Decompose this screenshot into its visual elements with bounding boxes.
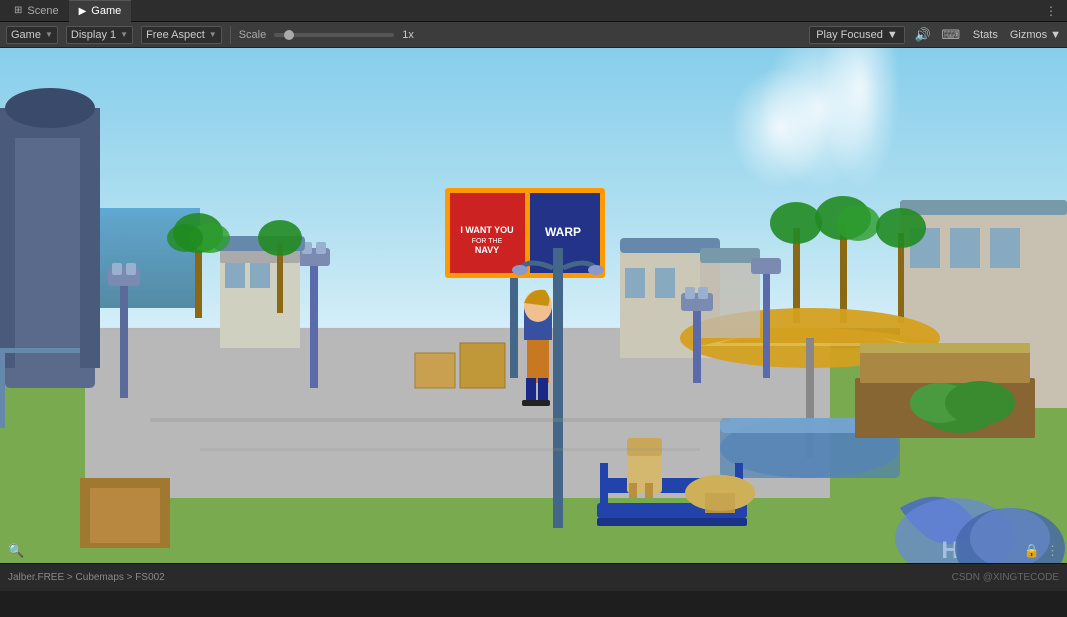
svg-text:I WANT YOU: I WANT YOU bbox=[460, 225, 513, 235]
viewport-bottom-icons: 🔒 ⋮ bbox=[1024, 543, 1059, 559]
gizmos-button[interactable]: Gizmos ▼ bbox=[1010, 29, 1061, 41]
play-focused-arrow: ▼ bbox=[887, 29, 898, 41]
game-dropdown-arrow: ▼ bbox=[45, 30, 53, 39]
game-tab-icon: ▶ bbox=[79, 6, 87, 17]
tab-more-button[interactable]: ⋮ bbox=[1039, 4, 1063, 18]
tab-scene[interactable]: ⊞ Scene bbox=[4, 0, 69, 22]
aspect-dropdown-label: Free Aspect bbox=[146, 29, 205, 41]
display-dropdown-arrow: ▼ bbox=[120, 30, 128, 39]
breadcrumb-path: Jalber.FREE > Cubemaps > FS002 bbox=[8, 572, 165, 583]
scene-tab-icon: ⊞ bbox=[14, 5, 22, 16]
mute-button[interactable]: 🔊 bbox=[913, 26, 933, 44]
keyboard-icon: ⌨ bbox=[941, 27, 960, 43]
tab-bar: ⊞ Scene ▶ Game ⋮ bbox=[0, 0, 1067, 22]
tab-scene-label: Scene bbox=[27, 5, 58, 17]
mute-icon: 🔊 bbox=[915, 27, 931, 43]
scale-slider[interactable] bbox=[274, 33, 394, 37]
bottom-bar: Jalber.FREE > Cubemaps > FS002 CSDN @XIN… bbox=[0, 563, 1067, 591]
aspect-dropdown-arrow: ▼ bbox=[209, 30, 217, 39]
scale-label: Scale bbox=[239, 29, 267, 41]
game-viewport: I WANT YOU FOR THE NAVY WARP bbox=[0, 48, 1067, 563]
scale-value: 1x bbox=[402, 29, 414, 41]
tab-game[interactable]: ▶ Game bbox=[69, 0, 132, 22]
keyboard-button[interactable]: ⌨ bbox=[941, 26, 961, 44]
game-dropdown[interactable]: Game ▼ bbox=[6, 26, 58, 44]
stats-button[interactable]: Stats bbox=[969, 28, 1002, 42]
scene-canvas: I WANT YOU FOR THE NAVY WARP bbox=[0, 48, 1067, 563]
svg-text:FOR THE: FOR THE bbox=[472, 238, 503, 245]
svg-text:NAVY: NAVY bbox=[475, 245, 499, 255]
play-focused-button[interactable]: Play Focused ▼ bbox=[809, 26, 905, 44]
scale-slider-thumb bbox=[284, 30, 294, 40]
tab-game-label: Game bbox=[91, 5, 121, 17]
display-dropdown[interactable]: Display 1 ▼ bbox=[66, 26, 133, 44]
display-dropdown-label: Display 1 bbox=[71, 29, 116, 41]
game-dropdown-label: Game bbox=[11, 29, 41, 41]
aspect-dropdown[interactable]: Free Aspect ▼ bbox=[141, 26, 222, 44]
toolbar: Game ▼ Display 1 ▼ Free Aspect ▼ Scale 1… bbox=[0, 22, 1067, 48]
scale-slider-container bbox=[274, 33, 394, 37]
lock-icon[interactable]: 🔒 bbox=[1024, 543, 1040, 559]
bottom-right: CSDN @XINGTECODE bbox=[952, 572, 1059, 583]
gizmos-label: Gizmos bbox=[1010, 29, 1047, 41]
svg-text:WARP: WARP bbox=[545, 225, 581, 239]
separator-1 bbox=[230, 26, 231, 44]
play-focused-label: Play Focused bbox=[816, 29, 883, 41]
search-icon[interactable]: 🔍 bbox=[8, 543, 24, 559]
more-icon[interactable]: ⋮ bbox=[1046, 543, 1059, 559]
gizmos-arrow: ▼ bbox=[1050, 29, 1061, 41]
watermark-text: CSDN @XINGTECODE bbox=[952, 572, 1059, 583]
toolbar-right: Play Focused ▼ 🔊 ⌨ Stats Gizmos ▼ bbox=[809, 26, 1061, 44]
